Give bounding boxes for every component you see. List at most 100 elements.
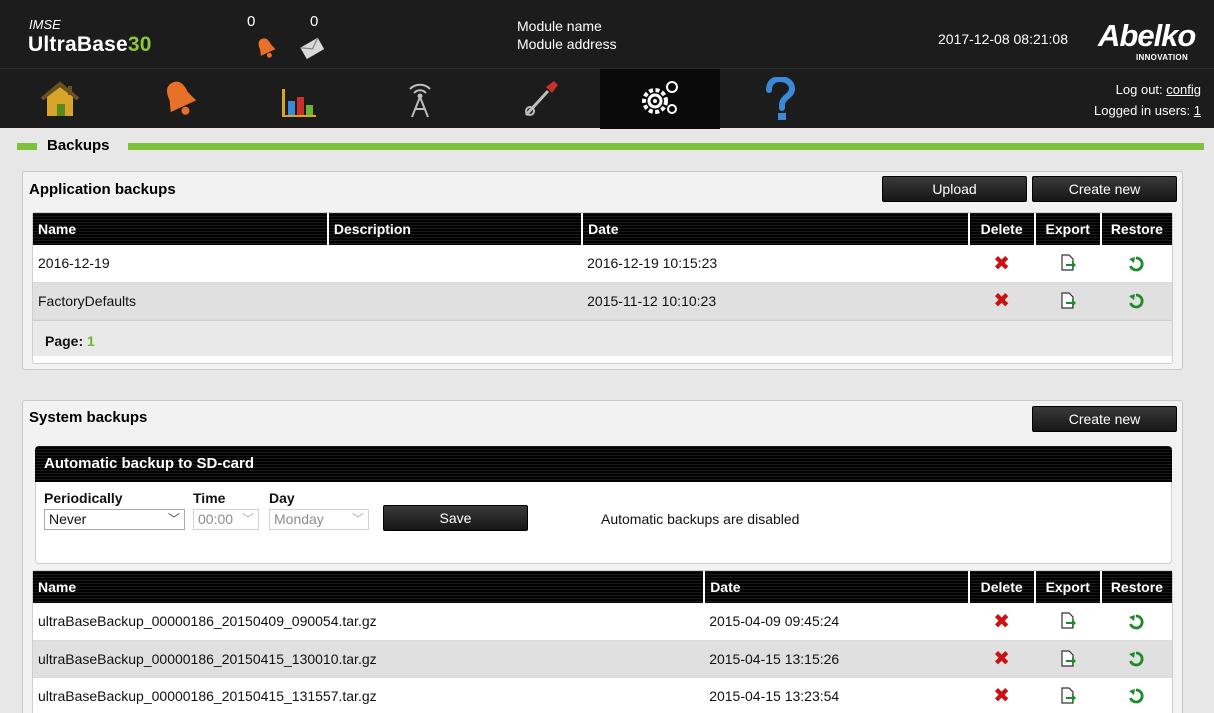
title-accent-left (17, 143, 37, 150)
time-value: 00:00 (198, 511, 234, 527)
export-icon[interactable] (1059, 292, 1077, 310)
nav-help[interactable] (720, 69, 840, 129)
nav-home[interactable] (0, 69, 120, 129)
backup-name: ultraBaseBackup_00000186_20150409_090054… (33, 603, 705, 641)
save-button[interactable]: Save (383, 505, 528, 531)
alarm-bell-icon (167, 81, 197, 115)
chevron-down-icon: ﹀ (167, 512, 180, 526)
alarm-counter: 0 (247, 13, 256, 30)
day-select[interactable]: Monday ﹀ (269, 509, 369, 530)
restore-icon[interactable] (1128, 293, 1144, 309)
restore-icon[interactable] (1128, 651, 1144, 667)
nav-alarms[interactable] (120, 69, 240, 129)
column-date[interactable]: Date (581, 213, 969, 245)
system-backups-table: Name Date Delete Export Restore ultraBas… (33, 571, 1172, 713)
export-cell (1034, 677, 1101, 713)
table-row: ultraBaseBackup_00000186_20150415_131557… (33, 677, 1172, 713)
settings-gears-icon (642, 81, 678, 114)
abelko-logo: Abelko (1098, 18, 1196, 53)
nav-charts[interactable] (240, 69, 360, 129)
delete-cell: ✖ (968, 282, 1035, 320)
restore-icon[interactable] (1128, 688, 1144, 704)
nav-communication[interactable] (360, 69, 480, 129)
page-number[interactable]: 1 (87, 333, 95, 349)
table-row: 2016-12-19 2016-12-19 10:15:23 ✖ (33, 245, 1172, 283)
main-navigation: Log out: config Logged in users: 1 (0, 68, 1214, 129)
restore-icon[interactable] (1128, 256, 1144, 272)
export-cell (1034, 603, 1101, 641)
pagination: Page: 1 (33, 319, 1172, 356)
backup-description (327, 245, 583, 283)
column-description[interactable]: Description (326, 213, 583, 245)
nav-settings[interactable] (600, 69, 720, 129)
export-icon[interactable] (1059, 650, 1077, 668)
column-export: Export (1033, 571, 1101, 603)
application-backups-table: Name Description Date Delete Export Rest… (33, 213, 1172, 320)
alarm-bell-icon[interactable] (253, 35, 279, 61)
backup-date: 2015-11-12 10:10:23 (582, 282, 969, 320)
restore-cell (1100, 282, 1172, 320)
bar-chart-icon (282, 89, 316, 117)
title-accent-right (128, 143, 1204, 150)
delete-cell: ✖ (968, 245, 1035, 283)
export-icon[interactable] (1059, 612, 1077, 630)
delete-icon[interactable]: ✖ (993, 253, 1010, 275)
restore-cell (1100, 603, 1172, 641)
upload-button[interactable]: Upload (882, 176, 1027, 202)
nav-tools[interactable] (480, 69, 600, 129)
restore-cell (1100, 677, 1172, 713)
restore-icon[interactable] (1128, 614, 1144, 630)
logout-row: Log out: config (1094, 79, 1201, 100)
create-system-backup-button[interactable]: Create new (1032, 406, 1177, 432)
backup-date: 2015-04-15 13:15:26 (704, 640, 969, 678)
column-date[interactable]: Date (703, 571, 969, 603)
export-icon[interactable] (1059, 254, 1077, 272)
table-header-row: Name Description Date Delete Export Rest… (33, 213, 1172, 245)
antenna-icon (409, 83, 431, 118)
backup-date: 2015-04-15 13:23:54 (704, 677, 969, 713)
column-delete: Delete (967, 213, 1035, 245)
chevron-down-icon: ﹀ (241, 512, 254, 526)
message-counter: 0 (310, 13, 319, 30)
backup-name: ultraBaseBackup_00000186_20150415_131557… (33, 677, 705, 713)
brand-prefix: IMSE (29, 17, 61, 32)
message-icon[interactable] (300, 37, 324, 59)
logged-in-row: Logged in users: 1 (1094, 100, 1201, 121)
backup-description (327, 282, 583, 320)
application-backups-table-wrap: Name Description Date Delete Export Rest… (32, 212, 1173, 364)
delete-icon[interactable]: ✖ (993, 685, 1010, 707)
backup-name: FactoryDefaults (33, 282, 328, 320)
backup-name: 2016-12-19 (33, 245, 328, 283)
delete-icon[interactable]: ✖ (993, 648, 1010, 670)
export-icon[interactable] (1059, 687, 1077, 705)
export-cell (1034, 640, 1101, 678)
column-restore: Restore (1099, 213, 1172, 245)
module-name: Module name (517, 18, 602, 34)
logged-in-count-link[interactable]: 1 (1194, 103, 1201, 118)
delete-icon[interactable]: ✖ (993, 611, 1010, 633)
abelko-logo-subtitle: INNOVATION (1136, 53, 1189, 62)
automatic-backup-header: Automatic backup to SD-card (35, 446, 1172, 482)
chevron-down-icon: ﹀ (351, 512, 364, 526)
create-application-backup-button[interactable]: Create new (1032, 176, 1177, 202)
backup-name: ultraBaseBackup_00000186_20150415_130010… (33, 640, 705, 678)
column-name[interactable]: Name (33, 571, 705, 603)
current-datetime: 2017-12-08 08:21:08 (938, 31, 1068, 47)
column-name[interactable]: Name (33, 213, 328, 245)
delete-icon[interactable]: ✖ (993, 290, 1010, 312)
page-title: Backups (47, 137, 110, 154)
application-backups-title: Application backups (29, 181, 176, 198)
delete-cell: ✖ (968, 603, 1035, 641)
periodically-select[interactable]: Never ﹀ (44, 509, 185, 530)
logout-link[interactable]: config (1166, 82, 1201, 97)
column-restore: Restore (1099, 571, 1172, 603)
export-cell (1034, 282, 1101, 320)
automatic-backup-status: Automatic backups are disabled (601, 511, 800, 527)
time-select[interactable]: 00:00 ﹀ (193, 509, 259, 530)
system-backups-table-wrap: Name Date Delete Export Restore ultraBas… (32, 570, 1173, 713)
table-row: FactoryDefaults 2015-11-12 10:10:23 ✖ (33, 282, 1172, 320)
page-label: Page: (45, 332, 84, 349)
application-backups-panel: Application backups Upload Create new Na… (22, 171, 1183, 370)
system-backups-title: System backups (29, 409, 148, 426)
user-session-info: Log out: config Logged in users: 1 (1094, 79, 1201, 121)
